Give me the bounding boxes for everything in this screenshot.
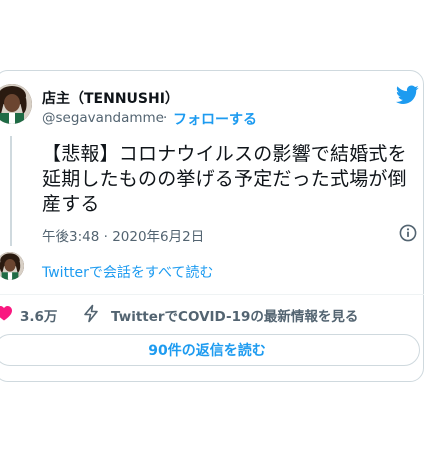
thread-line (10, 136, 12, 246)
twitter-bird-icon[interactable] (396, 85, 419, 105)
covid-info-link[interactable]: TwitterでCOVID-19の最新情報を見る (111, 305, 358, 325)
author-handle[interactable]: @segavandamme (42, 110, 164, 126)
read-conversation-link[interactable]: Twitterで会話をすべて読む (42, 262, 213, 282)
read-replies-button[interactable]: 90件の返信を読む (0, 334, 420, 366)
author-name[interactable]: 店主（TENNUSHI） (42, 88, 179, 108)
info-icon[interactable] (399, 224, 417, 242)
bolt-icon (84, 304, 98, 323)
divider (0, 294, 424, 295)
like-count[interactable]: 3.6万 (20, 305, 57, 325)
separator-dot: · (163, 110, 168, 126)
tweet-text: 【悲報】コロナウイルスの影響で結婚式を延期したものの挙げる予定だった式場が倒産す… (42, 143, 407, 215)
tweet-timestamp[interactable]: 午後3:48 · 2020年6月2日 (42, 225, 204, 245)
follow-button[interactable]: フォローする (173, 109, 257, 129)
heart-icon[interactable] (0, 306, 12, 321)
